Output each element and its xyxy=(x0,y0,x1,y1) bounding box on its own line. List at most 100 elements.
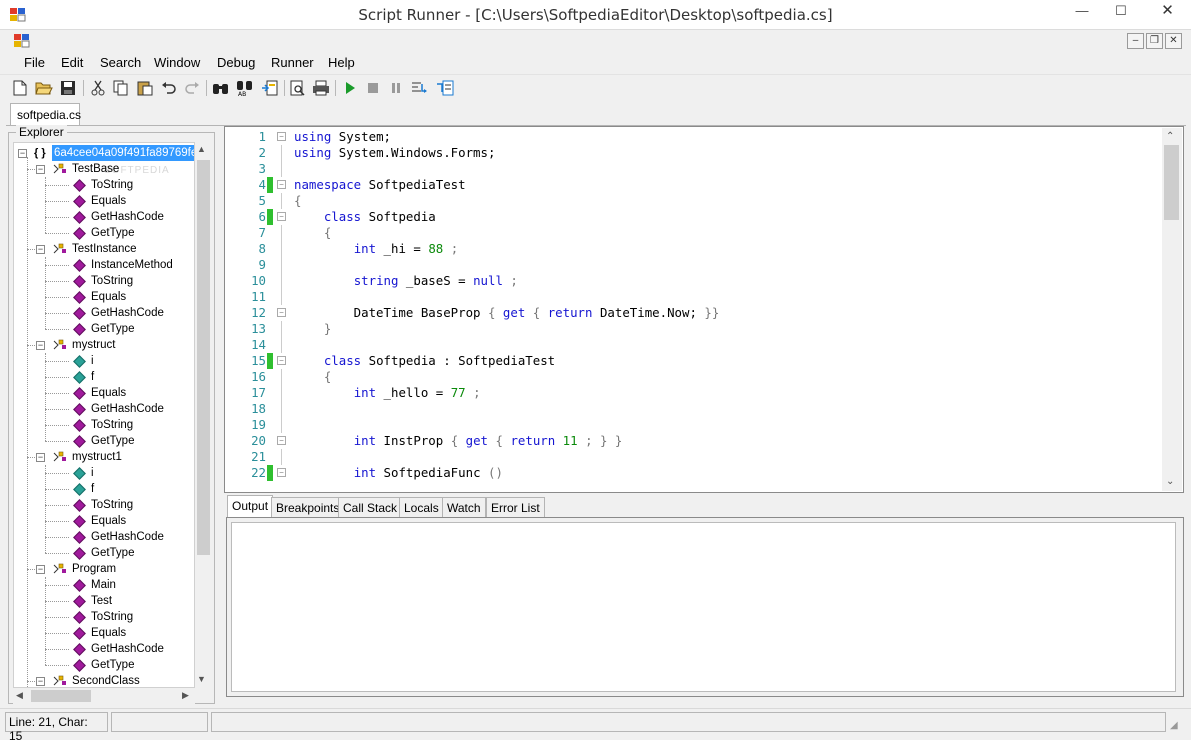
member-label[interactable]: GetType xyxy=(91,657,134,673)
member-label[interactable]: Main xyxy=(91,577,116,593)
code-line[interactable]: int SoftpediaFunc () xyxy=(294,465,1191,481)
tab-breakpoints[interactable]: Breakpoints xyxy=(271,497,345,518)
tree-method-node[interactable]: GetHashCode xyxy=(14,641,194,657)
tree-class-node[interactable]: − mystruct1 xyxy=(14,449,194,465)
menu-debug[interactable]: Debug xyxy=(217,55,255,70)
print-preview-icon[interactable] xyxy=(288,78,308,98)
collapse-toggle-icon[interactable]: − xyxy=(36,245,45,254)
editor-scroll-up-icon[interactable]: ⌃ xyxy=(1166,131,1174,142)
member-label[interactable]: ToString xyxy=(91,417,133,433)
code-line[interactable] xyxy=(294,401,1191,417)
save-icon[interactable] xyxy=(58,78,78,98)
replace-icon[interactable]: AB xyxy=(235,78,255,98)
tree-method-node[interactable]: GetType xyxy=(14,657,194,673)
mdi-minimize-button[interactable]: – xyxy=(1127,33,1144,49)
collapse-toggle-icon[interactable]: − xyxy=(36,677,45,686)
fold-toggle-icon[interactable]: − xyxy=(277,308,286,317)
member-label[interactable]: f xyxy=(91,481,94,497)
tree-method-node[interactable]: ToString xyxy=(14,273,194,289)
tree-method-node[interactable]: Equals xyxy=(14,625,194,641)
fold-toggle-icon[interactable]: − xyxy=(277,468,286,477)
code-line[interactable]: DateTime BaseProp { get { return DateTim… xyxy=(294,305,1191,321)
code-line[interactable]: int _hi = 88 ; xyxy=(294,241,1191,257)
menu-runner[interactable]: Runner xyxy=(271,55,314,70)
menu-help[interactable]: Help xyxy=(328,55,355,70)
fold-toggle-icon[interactable]: − xyxy=(277,436,286,445)
member-label[interactable]: f xyxy=(91,369,94,385)
member-label[interactable]: i xyxy=(91,465,94,481)
menu-file[interactable]: File xyxy=(24,55,45,70)
fold-toggle-icon[interactable]: − xyxy=(277,212,286,221)
open-folder-icon[interactable] xyxy=(34,78,54,98)
tree-method-node[interactable]: GetType xyxy=(14,545,194,561)
tree-scroll-thumb[interactable] xyxy=(197,160,210,555)
code-line[interactable]: } xyxy=(294,321,1191,337)
tree-root-node[interactable]: −{ } 6a4cee04a09f491fa89769fe4 xyxy=(14,145,194,161)
code-line[interactable] xyxy=(294,337,1191,353)
tree-field-node[interactable]: f xyxy=(14,369,194,385)
tab-locals[interactable]: Locals xyxy=(399,497,444,518)
class-label[interactable]: mystruct xyxy=(72,337,115,353)
tree-class-node[interactable]: − Program xyxy=(14,561,194,577)
tree-method-node[interactable]: ToString xyxy=(14,417,194,433)
code-line[interactable]: namespace SoftpediaTest xyxy=(294,177,1191,193)
member-label[interactable]: GetType xyxy=(91,225,134,241)
tree-method-node[interactable]: GetHashCode xyxy=(14,305,194,321)
member-label[interactable]: ToString xyxy=(91,273,133,289)
code-line[interactable]: class Softpedia : SoftpediaTest xyxy=(294,353,1191,369)
code-line[interactable]: string _baseS = null ; xyxy=(294,273,1191,289)
code-line[interactable]: using System.Windows.Forms; xyxy=(294,145,1191,161)
fold-toggle-icon[interactable]: − xyxy=(277,356,286,365)
cut-icon[interactable] xyxy=(88,78,108,98)
member-label[interactable]: ToString xyxy=(91,609,133,625)
collapse-toggle-icon[interactable]: − xyxy=(36,565,45,574)
tab-output[interactable]: Output xyxy=(227,495,274,518)
scroll-down-arrow-icon[interactable]: ▼ xyxy=(197,674,206,684)
code-line[interactable] xyxy=(294,449,1191,465)
tree-field-node[interactable]: f xyxy=(14,481,194,497)
editor-scroll-thumb[interactable] xyxy=(1164,145,1179,220)
class-label[interactable]: mystruct1 xyxy=(72,449,122,465)
document-icon[interactable] xyxy=(14,34,30,48)
collapse-toggle-icon[interactable]: − xyxy=(18,149,27,158)
step-into-icon[interactable] xyxy=(410,78,430,98)
member-label[interactable]: Test xyxy=(91,593,112,609)
member-label[interactable]: GetType xyxy=(91,545,134,561)
tree-method-node[interactable]: GetHashCode xyxy=(14,529,194,545)
collapse-toggle-icon[interactable]: − xyxy=(36,341,45,350)
scroll-up-arrow-icon[interactable]: ▲ xyxy=(197,144,206,154)
tree-method-node[interactable]: InstanceMethod xyxy=(14,257,194,273)
code-line[interactable] xyxy=(294,257,1191,273)
member-label[interactable]: GetType xyxy=(91,321,134,337)
tree-method-node[interactable]: GetType xyxy=(14,433,194,449)
resize-grip-icon[interactable]: ◢ xyxy=(1170,720,1178,731)
code-line[interactable] xyxy=(294,417,1191,433)
scroll-right-arrow-icon[interactable]: ▶ xyxy=(182,690,189,701)
member-label[interactable]: Equals xyxy=(91,193,126,209)
pause-icon[interactable] xyxy=(386,78,406,98)
menu-edit[interactable]: Edit xyxy=(61,55,83,70)
member-label[interactable]: GetType xyxy=(91,433,134,449)
tree-method-node[interactable]: GetType xyxy=(14,225,194,241)
mdi-restore-button[interactable]: ❐ xyxy=(1146,33,1163,49)
step-over-icon[interactable] xyxy=(435,78,455,98)
member-label[interactable]: InstanceMethod xyxy=(91,257,173,273)
tab-watch[interactable]: Watch xyxy=(442,497,486,518)
undo-icon[interactable] xyxy=(159,78,179,98)
code-line[interactable]: { xyxy=(294,225,1191,241)
code-line[interactable]: int _hello = 77 ; xyxy=(294,385,1191,401)
tree-field-node[interactable]: i xyxy=(14,465,194,481)
minimize-button[interactable]: — xyxy=(1067,0,1097,22)
close-button[interactable]: ✕ xyxy=(1145,0,1190,22)
tree-method-node[interactable]: Equals xyxy=(14,385,194,401)
tree-field-node[interactable]: i xyxy=(14,353,194,369)
code-line[interactable]: using System; xyxy=(294,129,1191,145)
collapse-toggle-icon[interactable]: − xyxy=(36,165,45,174)
code-line[interactable]: { xyxy=(294,369,1191,385)
member-label[interactable]: GetHashCode xyxy=(91,209,164,225)
tree-class-node[interactable]: − SecondClass xyxy=(14,673,194,687)
paste-icon[interactable] xyxy=(135,78,155,98)
tree-class-node[interactable]: − TestBase xyxy=(14,161,194,177)
maximize-button[interactable]: ☐ xyxy=(1106,0,1136,22)
member-label[interactable]: Equals xyxy=(91,625,126,641)
